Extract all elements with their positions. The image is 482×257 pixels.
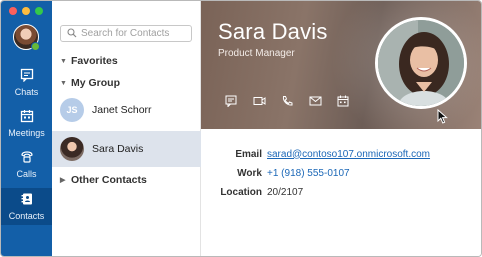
profile-photo: [375, 17, 467, 109]
contact-name: Janet Schorr: [92, 104, 152, 116]
group-label: Favorites: [71, 55, 118, 67]
collapse-triangle-icon: ▶: [60, 177, 66, 184]
close-window-button[interactable]: [9, 7, 17, 15]
navigation-rail: Chats Meetings Calls Contacts: [1, 1, 52, 256]
email-row: Email sarad@contoso107.onmicrosoft.com: [201, 147, 430, 161]
video-icon[interactable]: [252, 94, 266, 108]
nav-contacts[interactable]: Contacts: [1, 188, 52, 225]
window-controls: [9, 7, 43, 15]
group-label: My Group: [71, 77, 120, 89]
zoom-window-button[interactable]: [35, 7, 43, 15]
group-label: Other Contacts: [71, 174, 147, 186]
group-my-group[interactable]: ▼ My Group: [60, 77, 120, 89]
app-window: Chats Meetings Calls Contacts Search for…: [0, 0, 482, 257]
location-value: 20/2107: [267, 186, 304, 198]
profile-title: Product Manager: [218, 48, 295, 59]
contacts-panel: ▼ Favorites ▼ My Group JS Janet Schorr S…: [52, 1, 201, 256]
quick-actions: [224, 94, 350, 108]
search-box[interactable]: [60, 25, 192, 42]
nav-meetings[interactable]: Meetings: [1, 105, 52, 141]
calendar-icon[interactable]: [336, 94, 350, 108]
calendar-icon: [1, 109, 52, 127]
email-link[interactable]: sarad@contoso107.onmicrosoft.com: [267, 149, 430, 160]
chat-icon: [1, 68, 52, 86]
presence-indicator: [31, 42, 40, 51]
expand-triangle-icon: ▼: [60, 79, 67, 87]
expand-triangle-icon: ▼: [60, 57, 67, 65]
work-label: Work: [237, 167, 262, 179]
contact-sara-davis[interactable]: Sara Davis: [52, 131, 201, 167]
phone-icon[interactable]: [280, 94, 294, 108]
contact-name: Sara Davis: [92, 143, 144, 155]
mouse-pointer-icon: [437, 108, 448, 129]
contacts-book-icon: [1, 192, 52, 210]
nav-calls[interactable]: Calls: [1, 146, 52, 182]
work-phone-row: Work +1 (918) 555-0107: [201, 166, 350, 180]
mail-icon[interactable]: [308, 94, 322, 108]
search-icon: [67, 25, 77, 43]
contact-janet-schorr[interactable]: JS Janet Schorr: [52, 92, 201, 128]
work-phone-link[interactable]: +1 (918) 555-0107: [267, 168, 350, 179]
nav-contacts-label: Contacts: [8, 211, 45, 221]
location-label: Location: [220, 186, 262, 198]
minimize-window-button[interactable]: [22, 7, 30, 15]
nav-meetings-label: Meetings: [8, 128, 45, 138]
search-input[interactable]: [81, 28, 185, 39]
avatar: JS: [60, 98, 84, 122]
avatar: [60, 137, 84, 161]
location-row: Location 20/2107: [201, 185, 303, 199]
group-favorites[interactable]: ▼ Favorites: [60, 55, 118, 67]
contact-detail-panel: Sara Davis Product Manager Email sarad@c…: [201, 1, 481, 256]
email-label: Email: [235, 148, 262, 160]
nav-chats[interactable]: Chats: [1, 64, 52, 100]
phone-icon: [1, 150, 52, 168]
profile-name: Sara Davis: [218, 19, 328, 44]
group-other-contacts[interactable]: ▶ Other Contacts: [60, 174, 147, 186]
nav-calls-label: Calls: [16, 169, 37, 179]
nav-chats-label: Chats: [14, 87, 39, 97]
chat-icon[interactable]: [224, 94, 238, 108]
